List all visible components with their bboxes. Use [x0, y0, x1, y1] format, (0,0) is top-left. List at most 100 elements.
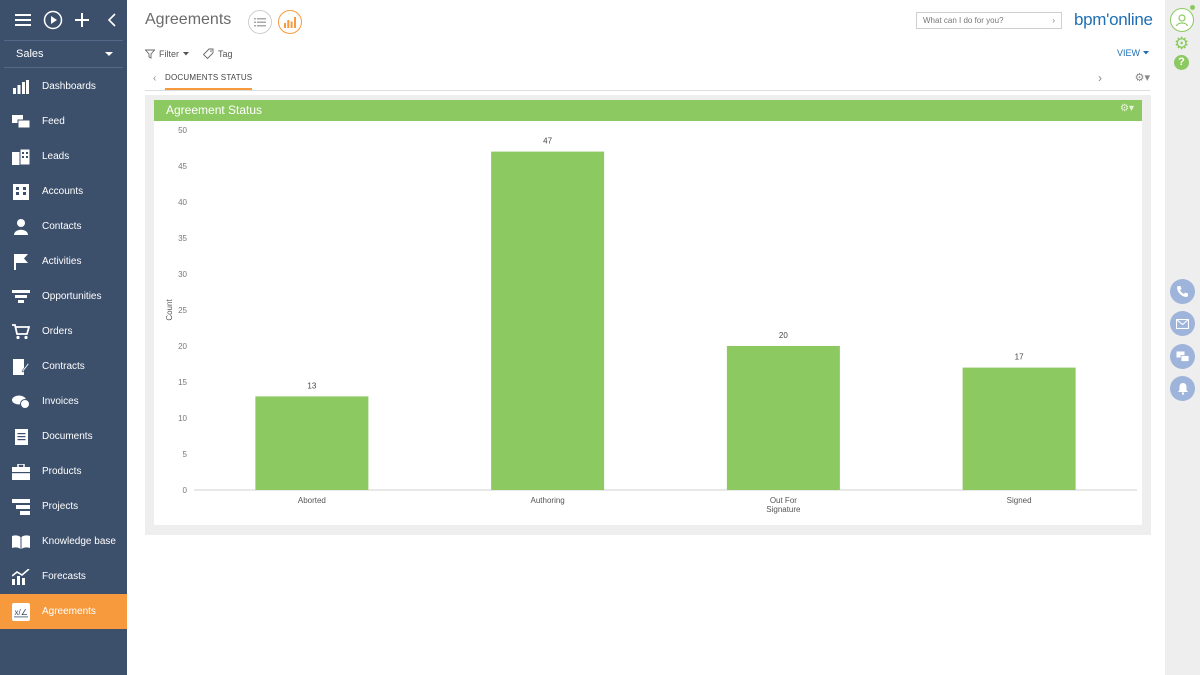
email-icon [1176, 318, 1189, 329]
tabs-scroll-left-icon[interactable]: ‹ [153, 73, 156, 84]
bar-out-for-signature [726, 346, 840, 490]
notifications-button[interactable] [1170, 376, 1195, 401]
orders-icon [12, 323, 30, 341]
data-label: 13 [307, 381, 316, 390]
data-label: 47 [543, 137, 552, 146]
analytics-view-button[interactable] [278, 10, 302, 34]
x-tick-label: Out For [770, 496, 797, 505]
sidebar-item-contracts[interactable]: Contracts [0, 349, 127, 384]
sidebar-item-invoices[interactable]: Invoices [0, 384, 127, 419]
sidebar-item-label: Documents [42, 431, 93, 442]
collapse-icon[interactable] [97, 4, 127, 36]
sidebar-item-dashboards[interactable]: Dashboards [0, 69, 127, 104]
y-tick-label: 0 [183, 486, 188, 495]
sidebar-item-accounts[interactable]: Accounts [0, 174, 127, 209]
sidebar-item-label: Invoices [42, 396, 79, 407]
menu-icon[interactable] [8, 4, 38, 36]
sidebar-item-label: Activities [42, 256, 82, 267]
sidebar-item-activities[interactable]: Activities [0, 244, 127, 279]
email-button[interactable] [1170, 311, 1195, 336]
sidebar-item-label: Knowledge base [42, 536, 116, 547]
bell-icon [1177, 383, 1188, 395]
sidebar-item-label: Orders [42, 326, 73, 337]
tag-label: Tag [218, 48, 233, 59]
add-icon[interactable] [68, 4, 98, 36]
widget-settings-gear-icon[interactable]: ⚙▾ [1120, 103, 1134, 114]
sidebar-item-label: Contracts [42, 361, 85, 372]
y-tick-label: 20 [178, 342, 187, 351]
sidebar-item-label: Feed [42, 116, 65, 127]
svg-text:x/∠: x/∠ [15, 608, 28, 617]
sidebar-item-documents[interactable]: Documents [0, 419, 127, 454]
sidebar-item-agreements[interactable]: x/∠ Agreements [0, 594, 127, 629]
right-panel: ⚙ ? [1165, 0, 1200, 675]
sidebar: Sales Dashboards Feed Leads Accounts Contact… [0, 0, 127, 675]
contacts-icon [12, 218, 30, 236]
view-button[interactable]: VIEW [1117, 48, 1149, 58]
y-tick-label: 35 [178, 234, 187, 243]
profile-avatar[interactable] [1170, 8, 1194, 32]
bar-signed [962, 367, 1076, 490]
y-tick-label: 45 [178, 162, 187, 171]
list-view-button[interactable] [248, 10, 272, 34]
sidebar-item-label: Agreements [42, 606, 96, 617]
bar-aborted [255, 396, 369, 490]
opportunities-icon [12, 288, 30, 306]
user-icon [1175, 14, 1189, 27]
tag-button[interactable]: Tag [203, 48, 233, 59]
play-icon[interactable] [38, 4, 68, 36]
dashboard-panel: Agreement Status ⚙▾ 0 5 10 15 20 25 30 35 40 45 50… [145, 95, 1151, 535]
settings-gear-icon[interactable]: ⚙ [1174, 35, 1189, 52]
sidebar-item-label: Opportunities [42, 291, 102, 302]
invoices-icon [12, 393, 30, 411]
sidebar-item-leads[interactable]: Leads [0, 139, 127, 174]
sidebar-item-label: Contacts [42, 221, 82, 232]
sidebar-item-projects[interactable]: Projects [0, 489, 127, 524]
tabs-settings-gear-icon[interactable]: ⚙▾ [1135, 71, 1150, 84]
online-status-dot [1190, 5, 1195, 10]
sidebar-item-orders[interactable]: Orders [0, 314, 127, 349]
x-tick-label: Signed [1007, 496, 1032, 505]
funnel-icon [145, 49, 155, 59]
widget-header: Agreement Status ⚙▾ [154, 100, 1142, 121]
sidebar-item-opportunities[interactable]: Opportunities [0, 279, 127, 314]
chart-area: 0 5 10 15 20 25 30 35 40 45 50 Count 13 Aborted 47 Auth… [154, 121, 1142, 525]
sidebar-item-feed[interactable]: Feed [0, 104, 127, 139]
dashboard-tabs: ‹ DOCUMENTS STATUS › ⚙▾ [145, 69, 1150, 91]
contracts-icon [12, 358, 30, 376]
forecasts-icon [12, 568, 30, 586]
x-tick-label: Aborted [298, 496, 326, 505]
x-tick-label: Signature [766, 505, 801, 514]
sidebar-topbar [0, 0, 127, 40]
filter-button[interactable]: Filter [145, 49, 189, 59]
tag-icon [203, 48, 214, 59]
sidebar-item-knowledge-base[interactable]: Knowledge base [0, 524, 127, 559]
x-tick-label: Authoring [531, 496, 565, 505]
list-icon [254, 18, 266, 27]
sidebar-item-forecasts[interactable]: Forecasts [0, 559, 127, 594]
filter-label: Filter [159, 48, 179, 59]
sidebar-nav: Dashboards Feed Leads Accounts Contacts Activ… [0, 69, 127, 629]
sidebar-item-contacts[interactable]: Contacts [0, 209, 127, 244]
sidebar-item-products[interactable]: Products [0, 454, 127, 489]
tabs-scroll-right-icon[interactable]: › [1098, 71, 1102, 85]
leads-icon [12, 148, 30, 166]
tab-documents-status[interactable]: DOCUMENTS STATUS [165, 73, 253, 90]
sidebar-item-label: Products [42, 466, 82, 477]
bar-authoring [491, 151, 605, 490]
sidebar-item-label: Accounts [42, 186, 84, 197]
command-search[interactable]: What can I do for you? › [916, 12, 1062, 29]
feed-icon [12, 113, 30, 131]
chevron-down-icon [105, 52, 113, 56]
phone-button[interactable] [1170, 279, 1195, 304]
chevron-down-icon [183, 51, 189, 55]
chat-button[interactable] [1170, 344, 1195, 369]
y-tick-label: 40 [178, 198, 187, 207]
workspace-selector[interactable]: Sales [4, 40, 123, 68]
y-axis-label: Count [165, 299, 174, 321]
main-area: Agreements What can I do for you? › bpm'… [133, 0, 1165, 675]
help-icon[interactable]: ? [1174, 55, 1189, 70]
activities-icon [12, 253, 30, 271]
widget-title: Agreement Status [166, 103, 263, 117]
search-input[interactable]: What can I do for you? [923, 16, 1004, 25]
